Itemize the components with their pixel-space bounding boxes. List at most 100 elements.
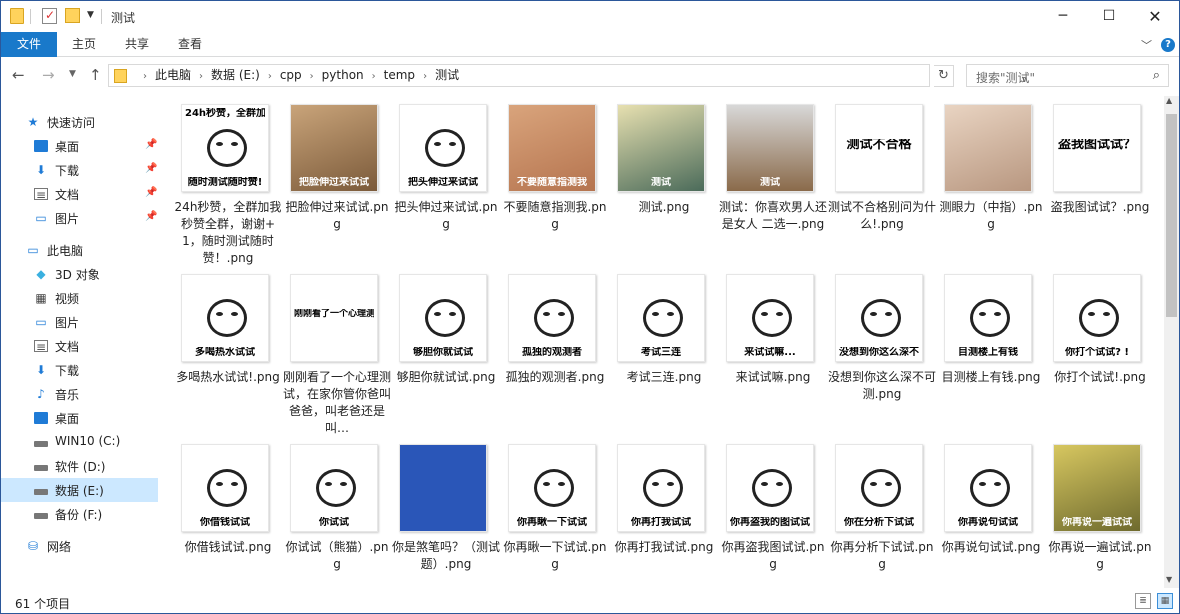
- sidebar-item[interactable]: WIN10 (C:): [1, 430, 158, 454]
- details-view-icon[interactable]: ≣: [1135, 593, 1151, 609]
- search-icon[interactable]: ⌕: [1153, 68, 1160, 83]
- breadcrumb-separator-icon[interactable]: ›: [423, 71, 427, 82]
- file-item[interactable]: 你试试 你试试（熊猫）.png: [278, 436, 389, 588]
- breadcrumb-cpp[interactable]: cpp: [280, 68, 302, 82]
- breadcrumb-separator-icon[interactable]: ›: [268, 71, 272, 82]
- forward-arrow-icon[interactable]: →: [42, 66, 55, 84]
- file-item[interactable]: 刚刚看了一个心理测试刚刚看了一个心理测试，在家你管你爸叫爸爸，叫老爸还是叫…: [278, 266, 391, 435]
- file-item[interactable]: 测试不合格 测试不合格别问为什么!.png: [823, 96, 936, 261]
- sidebar-item[interactable]: 备份 (F:): [1, 502, 158, 526]
- breadcrumb-separator-icon[interactable]: ›: [372, 71, 376, 82]
- file-item[interactable]: 目测楼上有钱 目测楼上有钱.png: [932, 266, 1040, 431]
- sidebar-item[interactable]: ▦ 视频: [1, 286, 158, 310]
- close-button[interactable]: ✕: [1132, 1, 1178, 32]
- file-item[interactable]: 够胆你就试试 够胆你就试试.png: [387, 266, 495, 431]
- file-item[interactable]: 你是煞笔吗？（测试题）.png: [387, 436, 500, 588]
- tab-home[interactable]: 主页: [72, 32, 96, 57]
- thumbnail-caption: 测试: [651, 177, 671, 188]
- breadcrumb-temp[interactable]: temp: [384, 68, 415, 82]
- sidebar-item-label: 3D 对象: [55, 268, 100, 282]
- file-item[interactable]: 你借钱试试 你借钱试试.png: [169, 436, 271, 588]
- sidebar-item-label: 文档: [55, 188, 80, 202]
- file-item[interactable]: 你再说句试试 你再说句试试.png: [932, 436, 1040, 588]
- thumbnail-caption-top: 24h秒赞，全群加我: [185, 108, 265, 119]
- sidebar-item[interactable]: ≡ 文档: [1, 334, 158, 358]
- properties-icon[interactable]: [42, 8, 57, 24]
- refresh-icon[interactable]: ↻: [934, 65, 954, 87]
- sidebar-item[interactable]: 桌面 📌: [1, 134, 158, 158]
- back-arrow-icon[interactable]: ←: [12, 66, 25, 84]
- breadcrumb-current[interactable]: 测试: [435, 68, 459, 82]
- file-item[interactable]: 你再打我试试 你再打我试试.png: [605, 436, 713, 588]
- address-bar[interactable]: › 此电脑 › 数据 (E:) › cpp › python › temp › 测试 ∨: [108, 64, 1028, 87]
- file-item[interactable]: 盗我图试试？ 盗我图试试？.png: [1041, 96, 1149, 261]
- folder-icon: [10, 8, 24, 24]
- file-item[interactable]: 来试试嘛... 来试试嘛.png: [714, 266, 814, 431]
- recent-locations-chevron-icon[interactable]: ▼: [69, 69, 76, 79]
- sidebar-item[interactable]: 软件 (D:): [1, 454, 158, 478]
- help-icon[interactable]: ?: [1161, 38, 1175, 52]
- breadcrumb-separator-icon[interactable]: ›: [310, 71, 314, 82]
- thumbnail-caption: 你再盗我的图试试: [730, 517, 810, 528]
- up-arrow-icon[interactable]: ↑: [89, 66, 102, 84]
- file-item[interactable]: 你再说一遍试试 你再说一遍试试.png: [1041, 436, 1152, 588]
- expand-ribbon-chevron-icon[interactable]: ﹀: [1141, 37, 1152, 53]
- vertical-scrollbar[interactable]: ▲ ▼: [1164, 96, 1179, 588]
- breadcrumb-this-pc[interactable]: 此电脑: [155, 68, 191, 82]
- file-item[interactable]: 多喝热水试试 多喝热水试试!.png: [169, 266, 280, 431]
- sidebar-item[interactable]: 数据 (E:): [1, 478, 158, 502]
- file-item[interactable]: 你再瞅一下试试 你再瞅一下试试.png: [496, 436, 607, 588]
- breadcrumb-separator-icon[interactable]: ›: [199, 71, 203, 82]
- tab-file[interactable]: 文件: [1, 32, 57, 57]
- pin-icon[interactable]: 📌: [145, 163, 157, 174]
- pin-icon[interactable]: 📌: [145, 139, 157, 150]
- sidebar-item[interactable]: ▭ 图片 📌: [1, 206, 158, 230]
- file-item[interactable]: 考试三连 考试三连.png: [605, 266, 705, 431]
- sidebar-item[interactable]: 桌面: [1, 406, 158, 430]
- breadcrumb-drive-e[interactable]: 数据 (E:): [211, 68, 260, 82]
- file-item[interactable]: 你在分析下试试 你再分析下试试.png: [823, 436, 934, 588]
- file-item[interactable]: 把脸伸过来试试 把脸伸过来试试.png: [278, 96, 389, 261]
- tab-share[interactable]: 共享: [125, 32, 149, 57]
- file-item[interactable]: 你打个试试? ! 你打个试试!.png: [1041, 266, 1146, 431]
- thumbnail-caption: 不要随意指测我: [517, 177, 587, 188]
- sidebar-item[interactable]: ▭ 此电脑: [1, 238, 158, 262]
- file-item[interactable]: 测眼力（中指）.png: [932, 96, 1043, 261]
- sidebar-item[interactable]: ♪ 音乐: [1, 382, 158, 406]
- file-thumbnail: 没想到你这么深不可测: [835, 274, 923, 362]
- file-thumbnail: 测试: [617, 104, 705, 192]
- sidebar-item[interactable]: ▭ 图片: [1, 310, 158, 334]
- scroll-up-icon[interactable]: ▲: [1166, 96, 1172, 105]
- file-item[interactable]: 测试 测试：你喜欢男人还是女人 二选一.png: [714, 96, 827, 261]
- breadcrumb-python[interactable]: python: [322, 68, 364, 82]
- sidebar-item[interactable]: ◆ 3D 对象: [1, 262, 158, 286]
- customize-toolbar-chevron-icon[interactable]: ▼: [87, 10, 94, 20]
- tab-view[interactable]: 查看: [178, 32, 202, 57]
- pin-icon[interactable]: 📌: [145, 211, 157, 222]
- scroll-thumb[interactable]: [1166, 114, 1177, 317]
- sidebar-item[interactable]: ★ 快速访问: [1, 110, 158, 134]
- file-item[interactable]: 测试 测试.png: [605, 96, 705, 261]
- pin-icon[interactable]: 📌: [145, 187, 157, 198]
- file-item[interactable]: 把头伸过来试试 把头伸过来试试.png: [387, 96, 498, 261]
- scroll-down-icon[interactable]: ▼: [1166, 575, 1172, 584]
- pictures-icon: ▭: [35, 211, 47, 225]
- file-thumbnail: 把头伸过来试试: [399, 104, 487, 192]
- file-item[interactable]: 没想到你这么深不可测没想到你这么深不可测.png: [823, 266, 936, 431]
- file-item[interactable]: 24h秒赞，全群加我随时测试随时赞! 24h秒赞，全群加我秒赞全群，谢谢+1，随时…: [169, 96, 281, 265]
- file-item[interactable]: 孤独的观测者 孤独的观测者.png: [496, 266, 604, 431]
- file-name: 测试不合格别问为什么!.png: [827, 200, 936, 231]
- sidebar-item[interactable]: ≡ 文档 📌: [1, 182, 158, 206]
- sidebar-item[interactable]: ⛁ 网络: [1, 534, 158, 558]
- file-item[interactable]: 不要随意指测我 不要随意指测我.png: [496, 96, 607, 261]
- sidebar-item[interactable]: ⬇ 下载 📌: [1, 158, 158, 182]
- search-input[interactable]: 搜索"测试" ⌕: [966, 64, 1169, 87]
- breadcrumb-separator-icon: ›: [143, 71, 147, 82]
- minimize-button[interactable]: ─: [1040, 1, 1086, 32]
- large-icons-view-icon[interactable]: ▦: [1157, 593, 1173, 609]
- drive-icon: [34, 513, 48, 519]
- new-folder-icon[interactable]: [65, 8, 80, 23]
- maximize-button[interactable]: ☐: [1086, 1, 1132, 32]
- file-item[interactable]: 你再盗我的图试试 你再盗我图试试.png: [714, 436, 825, 588]
- sidebar-item[interactable]: ⬇ 下载: [1, 358, 158, 382]
